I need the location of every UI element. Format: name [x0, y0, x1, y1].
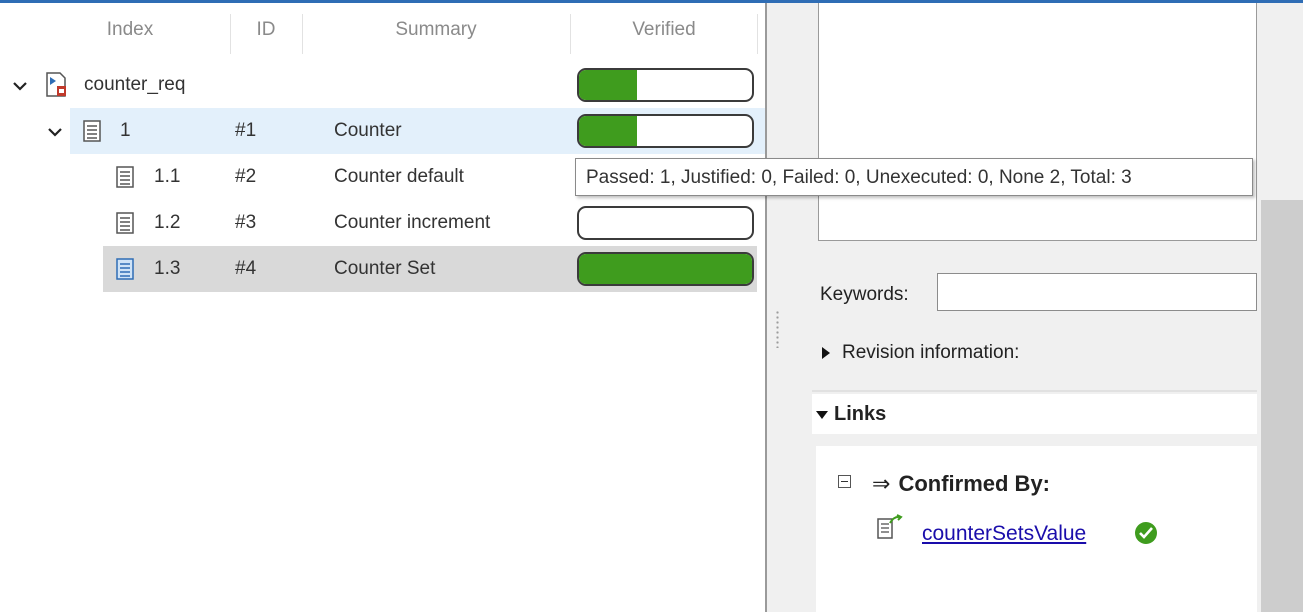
chevron-down-icon[interactable]	[47, 124, 63, 140]
confirmed-by-label: Confirmed By:	[898, 471, 1050, 496]
links-header-label: Links	[834, 403, 887, 425]
row-index: 1.3	[154, 258, 181, 279]
column-header-id[interactable]: ID	[231, 12, 301, 48]
verified-progress-bar[interactable]	[577, 206, 754, 240]
confirmed-by-heading: ⇒ Confirmed By:	[872, 468, 1050, 500]
document-icon	[116, 166, 134, 188]
right-arrow-icon: ⇒	[872, 471, 891, 496]
section-divider	[812, 390, 1257, 392]
column-header-index[interactable]: Index	[60, 12, 200, 48]
column-header-verified[interactable]: Verified	[571, 12, 757, 48]
row-id: #4	[235, 258, 257, 279]
column-header-summary[interactable]: Summary	[303, 12, 569, 48]
row-summary: Counter	[334, 120, 402, 141]
triangle-down-icon	[816, 410, 828, 419]
section-divider	[812, 434, 1257, 446]
table-row[interactable]: 1.3 #4 Counter Set	[0, 246, 765, 292]
test-link-icon	[876, 514, 904, 540]
splitter-handle[interactable]	[776, 310, 779, 348]
verified-progress-bar[interactable]	[577, 252, 754, 286]
scrollbar-thumb[interactable]	[1261, 200, 1303, 612]
row-index: 1.2	[154, 212, 181, 233]
row-index: counter_req	[84, 74, 186, 95]
row-index: 1.1	[154, 166, 181, 187]
verification-tooltip: Passed: 1, Justified: 0, Failed: 0, Unex…	[575, 158, 1253, 196]
document-icon	[83, 120, 101, 142]
triangle-right-icon	[822, 346, 830, 359]
verified-progress-bar[interactable]	[577, 68, 754, 102]
row-summary: Counter default	[334, 166, 464, 187]
row-index: 1	[120, 120, 131, 141]
table-row[interactable]: counter_req	[0, 62, 765, 108]
requirement-set-icon	[45, 72, 69, 98]
chevron-down-icon[interactable]	[12, 78, 28, 94]
links-section-header[interactable]: Links	[812, 394, 1257, 434]
revision-info-toggle[interactable]: Revision information:	[822, 338, 1019, 368]
verified-progress-bar[interactable]	[577, 114, 754, 148]
row-id: #2	[235, 166, 257, 187]
table-row[interactable]: 1.2 #3 Counter increment	[0, 200, 765, 246]
column-separator[interactable]	[757, 14, 758, 54]
verified-progress-fill	[579, 254, 752, 284]
description-editor[interactable]	[818, 3, 1257, 241]
row-id: #3	[235, 212, 257, 233]
keywords-label: Keywords:	[820, 284, 909, 305]
confirmed-by-link[interactable]: counterSetsValue	[922, 520, 1086, 548]
revision-info-label: Revision information:	[842, 342, 1020, 363]
verified-progress-fill	[579, 70, 637, 100]
collapse-icon[interactable]	[838, 475, 851, 488]
keywords-input[interactable]	[937, 273, 1257, 311]
row-summary: Counter increment	[334, 212, 491, 233]
row-id: #1	[235, 120, 257, 141]
row-summary: Counter Set	[334, 258, 436, 279]
table-row[interactable]: 1 #1 Counter	[0, 108, 765, 154]
verified-progress-fill	[579, 116, 637, 146]
document-icon	[116, 212, 134, 234]
check-circle-icon	[1135, 522, 1157, 544]
document-icon	[116, 258, 134, 280]
